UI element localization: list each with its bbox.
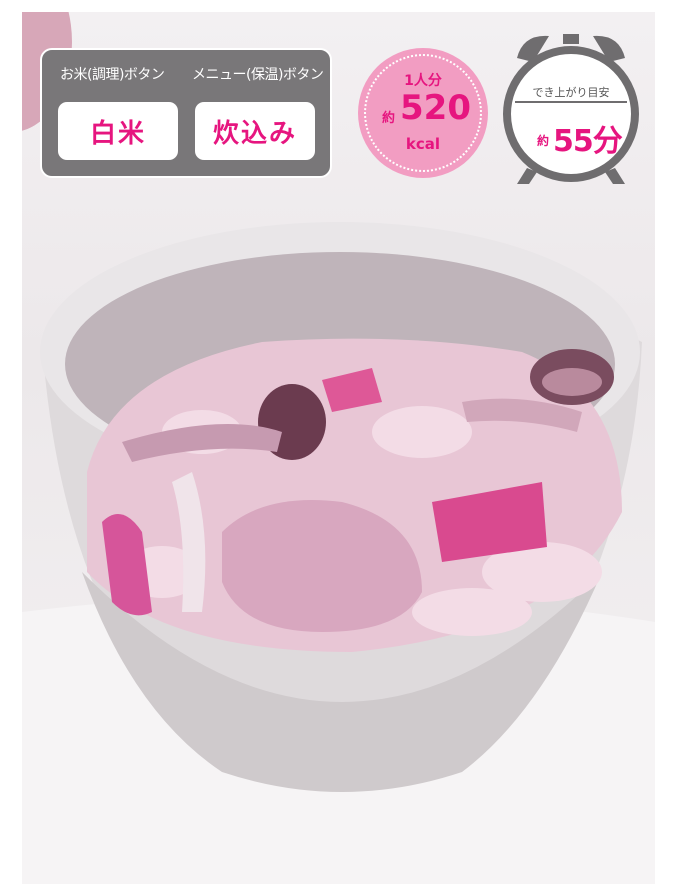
calorie-badge: 1人分 約 520 kcal bbox=[358, 48, 488, 178]
cook-time-approx: 約 bbox=[537, 134, 550, 148]
calorie-serving: 1人分 bbox=[404, 73, 442, 89]
alarm-clock-icon bbox=[503, 34, 639, 184]
rice-setting-white-rice: 白米 bbox=[58, 102, 178, 160]
calorie-value: 520 bbox=[400, 88, 471, 128]
menu-setting-takikomi: 炊込み bbox=[195, 102, 315, 160]
cook-time-value: 55分 bbox=[553, 124, 623, 159]
menu-button-label: メニュー(保温)ボタン bbox=[192, 67, 324, 83]
cook-time-clock: でき上がり目安 約 55分 bbox=[503, 28, 639, 188]
cook-time-label: でき上がり目安 bbox=[532, 86, 610, 99]
button-settings-panel: お米(調理)ボタン メニュー(保温)ボタン 白米 炊込み bbox=[40, 48, 332, 178]
calorie-approx: 約 bbox=[382, 111, 396, 126]
rice-button-label: お米(調理)ボタン bbox=[60, 67, 165, 83]
calorie-unit: kcal bbox=[405, 135, 441, 153]
